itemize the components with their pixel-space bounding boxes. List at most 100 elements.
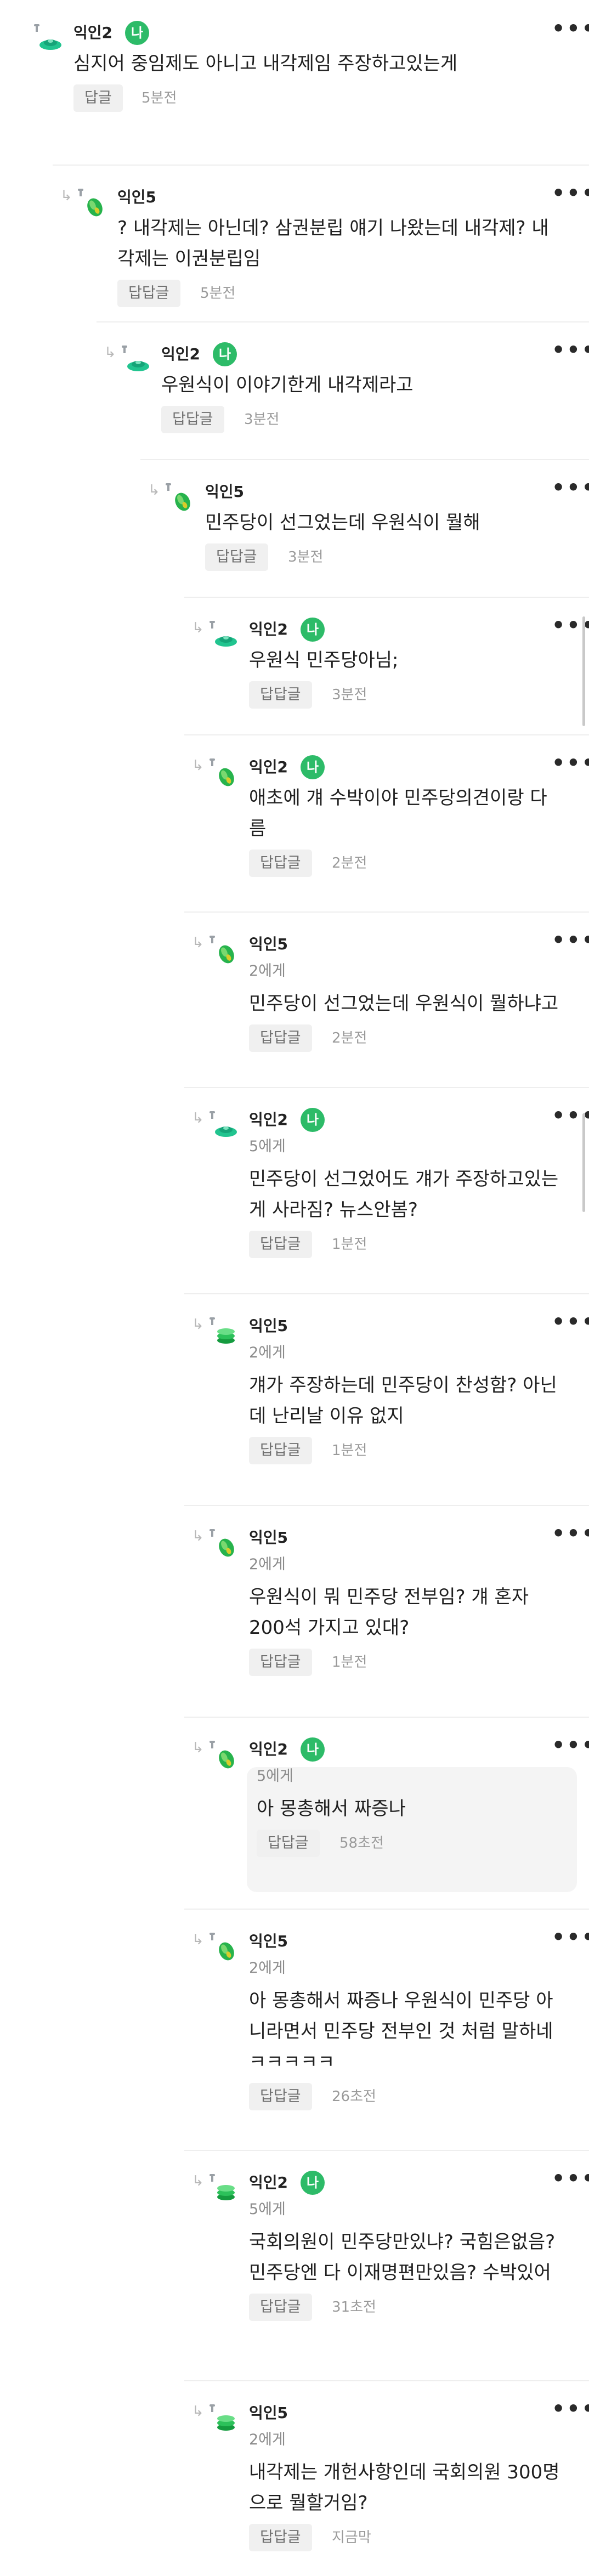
reply-arrow-icon: ↳	[192, 2403, 204, 2420]
author-name[interactable]: 익인2	[249, 757, 288, 777]
reply-target[interactable]: 2에게	[249, 962, 286, 981]
reply-button[interactable]: 답답글	[249, 1231, 312, 1258]
reply-button[interactable]: 답답글	[205, 543, 268, 571]
comment-item: ↳ 익인2 나 •••애초에 걔 수박이야 민주당의견이랑 다름답답글 2분전	[0, 734, 589, 911]
avatar	[78, 189, 109, 219]
reply-button[interactable]: 답답글	[249, 850, 312, 877]
green-leaf-icon	[214, 941, 238, 967]
comment-text-line: 우원식 민주당아님;	[249, 649, 399, 671]
author-name[interactable]: 익인5	[249, 1528, 288, 1548]
reply-button[interactable]: 답글	[73, 84, 123, 112]
reply-arrow-icon: ↳	[192, 1316, 204, 1333]
author-name[interactable]: 익인5	[249, 1316, 288, 1336]
author-self-badge: 나	[301, 1737, 325, 1762]
reply-button[interactable]: 답답글	[117, 280, 180, 307]
more-options-button[interactable]: •••	[552, 339, 589, 360]
more-options-button[interactable]: •••	[552, 1927, 589, 1947]
reply-button[interactable]: 답답글	[249, 1024, 312, 1052]
reply-target[interactable]: 5에게	[249, 1137, 286, 1156]
more-options-button[interactable]: •••	[552, 1311, 589, 1332]
timestamp: 1분전	[332, 1654, 367, 1671]
reply-target[interactable]: 2에게	[249, 1344, 286, 1362]
comment-divider	[140, 459, 589, 460]
comment-divider	[184, 1717, 589, 1718]
reply-button[interactable]: 답답글	[249, 2524, 312, 2551]
avatar	[209, 1317, 240, 1348]
comment-text-line: 으로 뭘할거임?	[249, 2492, 368, 2514]
green-leaf-icon	[170, 489, 194, 515]
teal-dish-icon	[214, 1117, 238, 1143]
comment-divider	[184, 597, 589, 598]
more-options-button[interactable]: •••	[552, 18, 589, 39]
more-options-button[interactable]: •••	[552, 930, 589, 950]
author-name[interactable]: 익인5	[249, 2403, 288, 2423]
comment-divider	[184, 911, 589, 913]
timestamp: 26초전	[332, 2088, 376, 2105]
avatar	[209, 1111, 240, 1142]
author-name[interactable]: 익인2	[249, 620, 288, 639]
more-options-button[interactable]: •••	[552, 183, 589, 203]
more-options-button[interactable]: •••	[552, 477, 589, 498]
comment-text-line: ㅋㅋㅋㅋㅋ	[249, 2051, 335, 2073]
timestamp: 31초전	[332, 2299, 376, 2315]
author-self-badge: 나	[301, 755, 325, 779]
comment-text-line: 아 몽총해서 짜증나 우원식이 민주당 아	[249, 1990, 553, 2012]
more-options-button[interactable]: •••	[552, 2398, 589, 2419]
author-name[interactable]: 익인2	[73, 23, 112, 43]
reply-button[interactable]: 답답글	[249, 2083, 312, 2110]
comment-text-line: 게 사라짐? 뉴스안봄?	[249, 1199, 418, 1221]
author-name[interactable]: 익인5	[205, 482, 244, 502]
comment-divider	[184, 2150, 589, 2151]
reply-button[interactable]: 답답글	[249, 1437, 312, 1464]
green-leaf-icon	[214, 1535, 238, 1561]
author-self-badge: 나	[125, 21, 149, 45]
more-options-button[interactable]: •••	[552, 1523, 589, 1544]
author-name[interactable]: 익인2	[249, 2173, 288, 2193]
reply-target[interactable]: 5에게	[249, 2200, 286, 2219]
comment-divider	[184, 1505, 589, 1506]
author-self-badge: 나	[301, 618, 325, 642]
comment-item: ↳ 익인5 ••• 2에게내각제는 개헌사항인데 국회의원 300명으로 뭘할거임? 답…	[0, 2380, 589, 2576]
teal-dish-icon	[38, 30, 63, 56]
comment-text-line: 민주당이 선그었는데 우원식이 뭘하냐고	[249, 993, 559, 1015]
reply-button[interactable]: 답답글	[257, 1830, 320, 1857]
author-self-badge: 나	[301, 2171, 325, 2195]
scrollbar-thumb[interactable]	[582, 616, 585, 726]
author-name[interactable]: 익인2	[249, 1740, 288, 1759]
author-name[interactable]: 익인2	[249, 1110, 288, 1130]
comment-text-line: 우원식이 이야기한게 내각제라고	[161, 374, 414, 396]
author-name[interactable]: 익인5	[249, 1932, 288, 1951]
more-options-button[interactable]: •••	[552, 2168, 589, 2189]
comment-text-line: 민주당이 선그었는데 우원식이 뭘해	[205, 512, 480, 534]
comment-item: ↳ 익인5 ••• 민주당이 선그었는데 우원식이 뭘해답답글 3분전	[0, 459, 589, 597]
comment-text-line: 아 몽총해서 짜증나	[257, 1798, 406, 1820]
avatar	[209, 758, 240, 789]
timestamp: 지금막	[332, 2529, 371, 2546]
avatar	[166, 483, 196, 514]
comment-text-line: 니라면서 민주당 전부인 것 처럼 말하네	[249, 2020, 553, 2042]
author-name[interactable]: 익인2	[161, 344, 200, 364]
reply-button[interactable]: 답답글	[249, 681, 312, 709]
author-name[interactable]: 익인5	[249, 935, 288, 954]
avatar	[209, 1529, 240, 1560]
reply-target[interactable]: 5에게	[257, 1767, 293, 1786]
comment-divider	[184, 1909, 589, 1910]
reply-target[interactable]: 2에게	[249, 1959, 286, 1978]
comment-text-line: ? 내각제는 아닌데? 삼권분립 얘기 나왔는데 내각제? 내	[117, 217, 549, 239]
comment-text-line: 름	[249, 818, 267, 840]
avatar	[122, 346, 152, 376]
reply-button[interactable]: 답답글	[249, 1649, 312, 1676]
green-leaf-icon	[214, 1938, 238, 1964]
comment-text-line: 걔가 주장하는데 민주당이 찬성함? 아닌	[249, 1374, 557, 1396]
comment-text-line: 내각제는 개헌사항인데 국회의원 300명	[249, 2461, 560, 2483]
reply-arrow-icon: ↳	[192, 757, 204, 774]
reply-target[interactable]: 2에게	[249, 1555, 286, 1574]
reply-button[interactable]: 답답글	[249, 2294, 312, 2321]
scrollbar-thumb[interactable]	[582, 1113, 585, 1212]
comment-text-line: 데 난리날 이유 없지	[249, 1405, 404, 1427]
more-options-button[interactable]: •••	[552, 752, 589, 773]
more-options-button[interactable]: •••	[552, 1735, 589, 1756]
author-name[interactable]: 익인5	[117, 188, 156, 207]
reply-target[interactable]: 2에게	[249, 2431, 286, 2449]
reply-button[interactable]: 답답글	[161, 406, 224, 433]
